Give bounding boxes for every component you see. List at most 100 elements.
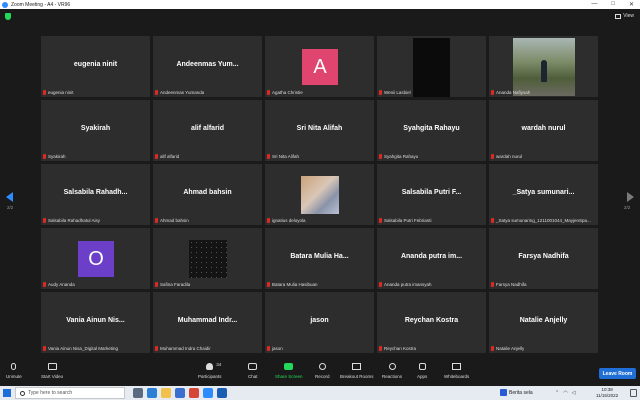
participant-tile[interactable]: alif alfarid alif alfarid <box>153 100 262 161</box>
participant-tile[interactable]: Salsabila Putri F... Salsabila Putri Febr… <box>377 164 486 225</box>
participant-tile[interactable]: Safina Faradila <box>153 228 262 289</box>
security-shield-icon[interactable] <box>5 13 11 20</box>
participant-name-label: Natalie Anjelly <box>491 345 524 352</box>
chat-icon <box>248 363 258 370</box>
store-icon[interactable] <box>175 388 185 398</box>
participant-tile[interactable]: Natalie Anjelly Natalie Anjelly <box>489 292 598 353</box>
participant-name-label: Wenii Lasbiel <box>379 89 411 96</box>
start-video-button[interactable]: Start Video <box>41 363 63 379</box>
person-figure <box>541 60 547 82</box>
participant-tile[interactable]: ignatius deloyola <box>265 164 374 225</box>
taskbar-clock[interactable]: 10:38 11/15/2022 <box>596 387 618 398</box>
participant-name-label: Safina Faradila <box>155 281 190 288</box>
leave-room-button[interactable]: Leave Room <box>599 368 636 379</box>
participant-display-name: Syakirah <box>80 125 111 132</box>
window-controls: — □ ✕ <box>591 1 634 8</box>
participant-tile[interactable]: Syakirah Syakirah <box>41 100 150 161</box>
breakout-rooms-button[interactable]: Breakout Rooms <box>340 363 374 379</box>
record-button[interactable]: Record <box>315 363 330 379</box>
participant-tile[interactable]: Syahgita Rahayu Syahgita Rahayu <box>377 100 486 161</box>
next-page-arrow-icon[interactable] <box>627 192 634 202</box>
participant-name-label: ignatius deloyola <box>267 217 306 224</box>
meeting-topbar: View <box>0 9 640 29</box>
notification-icon[interactable] <box>630 389 637 397</box>
taskbar-apps <box>133 388 227 398</box>
microphone-muted-icon <box>379 154 382 159</box>
microphone-muted-icon <box>155 346 158 351</box>
apps-label: Apps <box>417 374 428 379</box>
whiteboard-icon <box>452 363 462 370</box>
taskbar-search-input[interactable]: Type here to search <box>15 387 125 399</box>
participant-footer-name: Farsya Nadhifa <box>496 282 527 287</box>
participant-tile[interactable]: Reychan Kostra Reychan Kostra <box>377 292 486 353</box>
task-view-icon[interactable] <box>133 388 143 398</box>
participant-name-label: jason <box>267 345 283 352</box>
participant-footer-name: _Satya sumunaring_1211001044_MayjenSpa..… <box>496 218 591 223</box>
participant-footer-name: Muhammad Indra Chaidir <box>160 346 211 351</box>
edge-icon[interactable] <box>147 388 157 398</box>
chevron-up-icon[interactable]: ⌃ <box>555 390 559 396</box>
participant-tile[interactable]: eugenia ninit eugenia ninit <box>41 36 150 97</box>
participant-name-label: Audy Ananda <box>43 281 75 288</box>
participant-tile[interactable]: Wenii Lasbiel <box>377 36 486 97</box>
participant-tile[interactable]: Ananda putra im... Ananda putra imansyah <box>377 228 486 289</box>
microphone-muted-icon <box>491 282 494 287</box>
news-widget[interactable]: Berita sela <box>500 389 533 396</box>
news-icon <box>500 389 507 396</box>
participant-name-label: Reychan Kostra <box>379 345 416 352</box>
participant-tile[interactable]: jason jason <box>265 292 374 353</box>
previous-page-arrow-icon[interactable] <box>6 192 13 202</box>
reactions-button[interactable]: Reactions <box>382 363 402 379</box>
microphone-muted-icon <box>155 282 158 287</box>
unmute-button[interactable]: Unmute <box>6 363 22 379</box>
chrome-icon[interactable] <box>189 388 199 398</box>
participant-footer-name: Ananda Nafiysah <box>496 90 531 95</box>
participant-tile[interactable]: Salsabila Rahadh... Salsabila Rahadhatul … <box>41 164 150 225</box>
participant-footer-name: Natalie Anjelly <box>496 346 525 351</box>
participant-name-label: Ahmad bahsin <box>155 217 189 224</box>
participants-button[interactable]: 34 Participants <box>198 362 222 379</box>
volume-icon[interactable]: ◁ <box>572 390 576 396</box>
record-icon <box>318 363 326 370</box>
share-screen-label: Share Screen <box>275 374 303 379</box>
participant-tile[interactable]: Andeenmas Yum... Andeenmas Yumanda <box>153 36 262 97</box>
apps-icon <box>418 363 426 370</box>
view-button[interactable]: View <box>615 13 634 19</box>
participant-tile[interactable]: Muhammad Indr... Muhammad Indra Chaidir <box>153 292 262 353</box>
participant-tile[interactable]: Batara Mulia Ha... Batara Mulia Hasibuan <box>265 228 374 289</box>
chat-button[interactable]: Chat <box>248 363 258 379</box>
apps-button[interactable]: Apps <box>417 363 427 379</box>
participant-name-label: Ananda putra imansyah <box>379 281 432 288</box>
participant-tile[interactable]: Farsya Nadhifa Farsya Nadhifa <box>489 228 598 289</box>
participant-tile[interactable]: Ananda Nafiysah <box>489 36 598 97</box>
word-icon[interactable] <box>217 388 227 398</box>
network-icon[interactable]: ◠ <box>563 390 567 396</box>
participant-name-label: Ananda Nafiysah <box>491 89 530 96</box>
whiteboards-label: Whiteboards <box>444 374 470 379</box>
participant-tile[interactable]: _Satya sumunari... _Satya sumunaring_1211… <box>489 164 598 225</box>
participant-footer-name: Safina Faradila <box>160 282 191 287</box>
participant-display-name: jason <box>310 317 329 324</box>
file-explorer-icon[interactable] <box>161 388 171 398</box>
page-indicator-right: 2/2 <box>624 205 631 210</box>
breakout-rooms-label: Breakout Rooms <box>340 374 374 379</box>
microphone-muted-icon <box>155 218 158 223</box>
video-off-icon <box>47 363 57 370</box>
windows-start-icon[interactable] <box>3 389 11 397</box>
participant-tile[interactable]: wardah nurul wardah nurul <box>489 100 598 161</box>
participant-tile[interactable]: Sri Nita Alifah Sri Nita Alifah <box>265 100 374 161</box>
minimize-button[interactable]: — <box>591 1 597 8</box>
microphone-muted-icon <box>491 218 494 223</box>
whiteboards-button[interactable]: Whiteboards <box>444 363 469 379</box>
participant-display-name: _Satya sumunari... <box>512 189 575 196</box>
participant-tile[interactable]: Vania Ainun Nis... Vania Ainun Nisa_Digit… <box>41 292 150 353</box>
participant-tile[interactable]: Ahmad bahsin Ahmad bahsin <box>153 164 262 225</box>
participant-tile[interactable]: O Audy Ananda <box>41 228 150 289</box>
windows-taskbar: Type here to search Berita sela ⌃ ◠ ◁ 10… <box>0 386 640 400</box>
share-screen-button[interactable]: Share Screen <box>275 363 303 379</box>
maximize-button[interactable]: □ <box>611 1 615 8</box>
close-button[interactable]: ✕ <box>629 1 634 8</box>
zoom-taskbar-icon[interactable] <box>203 388 213 398</box>
participant-count: 34 <box>216 362 222 367</box>
participant-tile[interactable]: A Agatha Christie <box>265 36 374 97</box>
